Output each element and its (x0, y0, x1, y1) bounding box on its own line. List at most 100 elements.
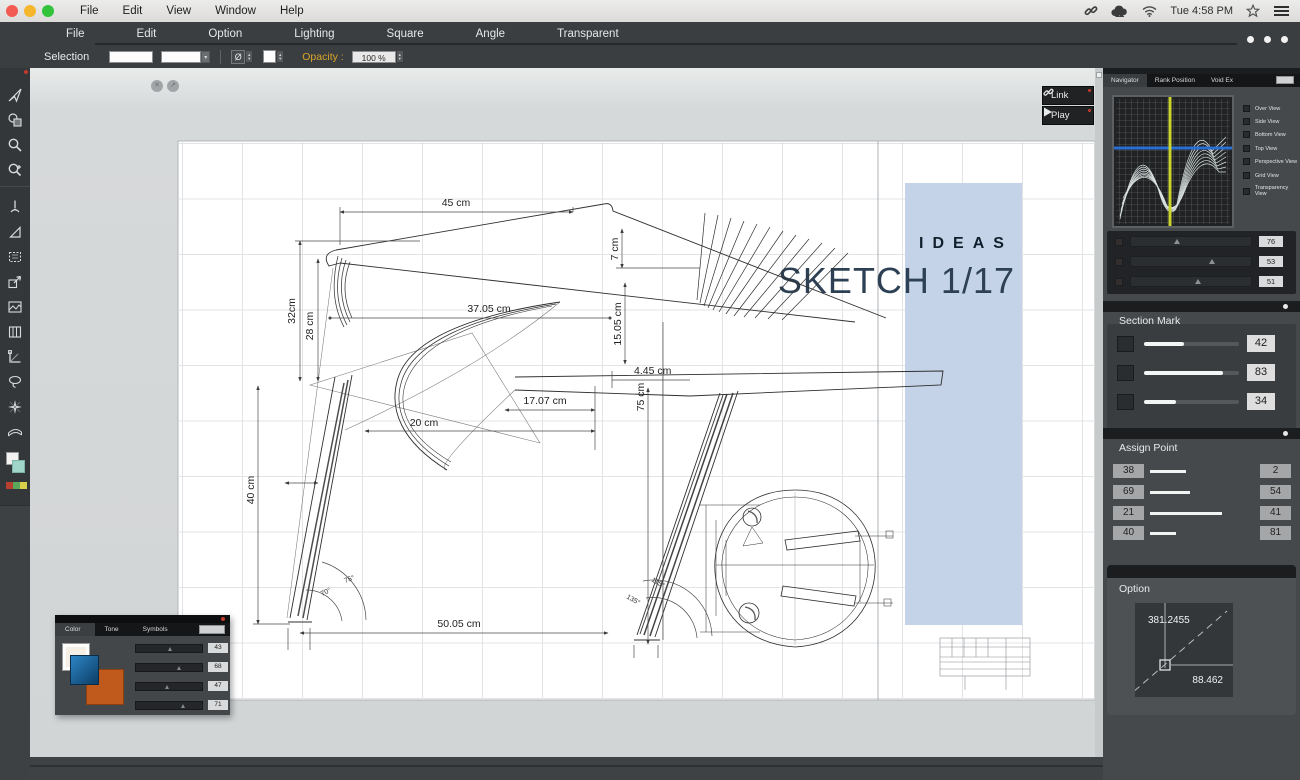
lasso-hand-tool[interactable] (0, 369, 30, 394)
ribbon-3d-tool[interactable] (0, 419, 30, 444)
stroke-dropdown[interactable]: ▾ (201, 51, 210, 63)
ink-pen-tool[interactable] (0, 194, 30, 219)
tab-navigator[interactable]: Navigator (1103, 74, 1147, 87)
zoom-plus-tool[interactable] (0, 157, 30, 182)
fill-field[interactable] (109, 51, 153, 63)
tab-color[interactable]: Color (55, 623, 95, 636)
color-panel-tabs: Color Tone Symbols (55, 623, 230, 636)
view-option-over[interactable]: Over View (1243, 105, 1280, 112)
option-panel: Option 381.2455 88.462 (1107, 565, 1296, 715)
color-panel-options-icon[interactable] (199, 625, 225, 634)
close-traffic-light[interactable] (6, 5, 18, 17)
mac-menu-view[interactable]: View (166, 5, 191, 17)
view-option-grid[interactable]: Grid View (1243, 172, 1279, 179)
svg-text:20 cm: 20 cm (410, 417, 439, 429)
canvas-scrollbar[interactable] (1095, 68, 1103, 757)
opacity-label: Opacity : (302, 51, 343, 63)
menu-option[interactable]: Option (182, 28, 268, 40)
nav-slider-1[interactable]: 76 (1115, 236, 1283, 247)
view-option-perspective[interactable]: Perspective View (1243, 158, 1297, 165)
tab-symbols[interactable]: Symbols (133, 623, 182, 636)
tab-tone[interactable]: Tone (95, 623, 133, 636)
shapes-tool[interactable] (0, 107, 30, 132)
minimize-traffic-light[interactable] (24, 5, 36, 17)
opacity-stepper[interactable]: ▲▼ (396, 50, 404, 63)
panel-options-icon[interactable] (1276, 76, 1294, 84)
section-slider-1[interactable]: 42 (1117, 335, 1275, 352)
color-slider-1[interactable]: 43 (135, 643, 228, 653)
view-option-transparency[interactable]: Transparency View (1243, 185, 1300, 197)
color-slider-4[interactable]: 71 (135, 700, 228, 710)
section-slider-2[interactable]: 83 (1117, 364, 1275, 381)
color-slider-3[interactable]: 47 (135, 681, 228, 691)
svg-text:37.05 cm: 37.05 cm (467, 303, 510, 315)
angle-measure-tool[interactable] (0, 344, 30, 369)
color-panel[interactable]: Color Tone Symbols 43 68 47 71 (55, 615, 230, 715)
select-cursor-tool[interactable] (0, 82, 30, 107)
doc-close-icon[interactable]: ✕ (151, 80, 163, 92)
diameter-toggle[interactable]: Ø (231, 50, 245, 64)
assign-row-2[interactable]: 69 54 (1113, 485, 1190, 499)
play-button[interactable]: Play (1042, 106, 1094, 125)
nav-slider-3[interactable]: 51 (1115, 276, 1283, 287)
menu-edit[interactable]: Edit (111, 28, 183, 40)
assign-row-3[interactable]: 21 41 (1113, 506, 1222, 520)
swatch-stepper[interactable]: ▲▼ (276, 50, 284, 63)
mac-menu-file[interactable]: File (80, 5, 99, 17)
diameter-stepper[interactable]: ▲▼ (245, 50, 253, 63)
menu-lighting[interactable]: Lighting (268, 28, 360, 40)
menu-file[interactable]: File (40, 28, 111, 40)
assign-row-4[interactable]: 40 81 (1113, 526, 1176, 540)
star-burst-tool[interactable] (0, 394, 30, 419)
cloud-icon[interactable] (1111, 5, 1129, 18)
link-status-icon[interactable] (1084, 4, 1098, 18)
view-option-bottom[interactable]: Bottom View (1243, 131, 1286, 138)
macos-menubar: File Edit View Window Help Tue 4:58 PM (0, 0, 1300, 22)
menu-angle[interactable]: Angle (450, 28, 531, 40)
wifi-icon[interactable] (1142, 5, 1157, 17)
hamburger-menu-icon[interactable] (1273, 5, 1290, 17)
mini-color-strip[interactable] (6, 482, 27, 489)
zoom-traffic-light[interactable] (42, 5, 54, 17)
nav-slider-2[interactable]: 53 (1115, 256, 1283, 267)
marquee-pattern-tool[interactable] (0, 244, 30, 269)
mac-menu-window[interactable]: Window (215, 5, 256, 17)
tab-rank-position[interactable]: Rank Position (1147, 74, 1203, 87)
stroke-field[interactable] (161, 51, 201, 63)
doc-expand-icon[interactable]: ↗ (167, 80, 179, 92)
color-panel-header[interactable] (55, 615, 230, 623)
coordinate-preview[interactable]: 381.2455 88.462 (1135, 603, 1233, 697)
svg-text:28 cm: 28 cm (304, 311, 316, 340)
svg-text:15.05 cm: 15.05 cm (612, 302, 624, 345)
triangle-ruler-tool[interactable] (0, 219, 30, 244)
star-icon[interactable] (1246, 4, 1260, 18)
swatch-blue[interactable] (70, 655, 99, 685)
pages-book-tool[interactable] (0, 319, 30, 344)
opacity-input[interactable]: 100 % (352, 51, 396, 63)
svg-text:32cm: 32cm (286, 298, 298, 324)
link-icon (1043, 87, 1054, 98)
color-slider-2[interactable]: 68 (135, 662, 228, 672)
tab-void-ex[interactable]: Void Ex (1203, 74, 1241, 87)
y-coordinate: 381.2455 (1148, 615, 1190, 626)
navigator-preview[interactable] (1112, 95, 1234, 228)
color-swatch[interactable] (263, 50, 276, 63)
selection-mode-label[interactable]: Selection (44, 51, 89, 63)
image-trace-tool[interactable] (0, 294, 30, 319)
assign-point-header[interactable] (1103, 428, 1300, 439)
assign-row-1[interactable]: 38 2 (1113, 464, 1186, 478)
menu-transparent[interactable]: Transparent (531, 28, 645, 40)
search-tool[interactable] (0, 132, 30, 157)
link-button[interactable]: Link (1042, 86, 1094, 105)
section-slider-3[interactable]: 34 (1117, 393, 1275, 410)
export-arrow-tool[interactable] (0, 269, 30, 294)
view-option-side[interactable]: Side View (1243, 118, 1279, 125)
menu-square[interactable]: Square (361, 28, 450, 40)
mac-menu-edit[interactable]: Edit (123, 5, 143, 17)
mac-menu-help[interactable]: Help (280, 5, 304, 17)
option-panel-header[interactable] (1107, 565, 1296, 578)
view-option-top[interactable]: Top View (1243, 145, 1277, 152)
section-mark-header[interactable] (1103, 301, 1300, 312)
stroke-color-swatch[interactable] (12, 460, 25, 473)
navigator-tabs: Navigator Rank Position Void Ex (1103, 74, 1300, 87)
